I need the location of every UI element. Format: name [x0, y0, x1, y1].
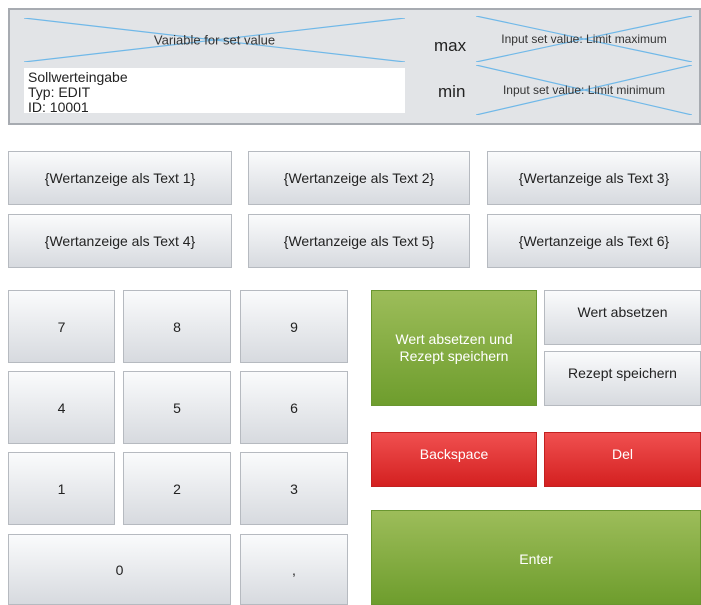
key-4-label: 4	[57, 399, 66, 416]
backspace-button[interactable]: Backspace	[371, 432, 537, 487]
edit-line-1: Sollwerteingabe	[28, 69, 128, 85]
key-7[interactable]: 7	[8, 290, 115, 363]
key-3-label: 3	[290, 480, 298, 497]
value-button-6[interactable]: {Wertanzeige als Text 6}	[487, 214, 701, 268]
value-button-3-label: {Wertanzeige als Text 3}	[518, 169, 670, 186]
variable-placeholder: Variable for set value	[24, 18, 405, 62]
value-button-1[interactable]: {Wertanzeige als Text 1}	[8, 151, 232, 205]
key-2-label: 2	[173, 480, 181, 497]
save-recipe-button[interactable]: Rezept speichern	[544, 351, 701, 406]
limit-min-label: Input set value: Limit minimum	[502, 83, 666, 97]
key-4[interactable]: 4	[8, 371, 115, 444]
key-comma-label: ,	[292, 561, 296, 578]
key-3[interactable]: 3	[240, 452, 348, 525]
delete-label: Del	[611, 446, 633, 462]
edit-line-2: Typ: EDIT	[28, 84, 91, 100]
value-button-4[interactable]: {Wertanzeige als Text 4}	[8, 214, 232, 268]
key-9-label: 9	[290, 318, 298, 335]
key-1[interactable]: 1	[8, 452, 115, 525]
save-recipe-label: Rezept speichern	[568, 365, 677, 381]
limit-min-placeholder: Input set value: Limit minimum	[476, 65, 692, 115]
key-8[interactable]: 8	[123, 290, 231, 363]
limit-max-placeholder: Input set value: Limit maximum	[476, 16, 692, 62]
value-button-5-label: {Wertanzeige als Text 5}	[283, 232, 435, 249]
delete-button[interactable]: Del	[544, 432, 701, 487]
submit-label: Wert absetzen	[577, 304, 668, 320]
key-2[interactable]: 2	[123, 452, 231, 525]
value-button-5[interactable]: {Wertanzeige als Text 5}	[248, 214, 470, 268]
key-1-label: 1	[57, 480, 66, 497]
key-5-label: 5	[173, 399, 181, 416]
key-6-label: 6	[290, 399, 298, 416]
set-value-panel: Variable for set value Sollwerteingabe T…	[8, 8, 701, 125]
min-label: min	[438, 82, 466, 101]
enter-label: Enter	[519, 551, 553, 567]
value-button-1-label: {Wertanzeige als Text 1}	[44, 169, 196, 186]
edit-line-3: ID: 10001	[28, 99, 89, 114]
key-8-label: 8	[173, 318, 181, 335]
enter-button[interactable]: Enter	[371, 510, 701, 605]
submit-button[interactable]: Wert absetzen	[544, 290, 701, 345]
value-button-3[interactable]: {Wertanzeige als Text 3}	[487, 151, 701, 205]
submit-and-save-label-line1: Wert absetzen und	[395, 331, 513, 347]
key-7-label: 7	[57, 318, 66, 335]
limit-max-label: Input set value: Limit maximum	[501, 32, 667, 46]
value-button-4-label: {Wertanzeige als Text 4}	[44, 232, 196, 249]
key-9[interactable]: 9	[240, 290, 348, 363]
value-button-2-label: {Wertanzeige als Text 2}	[283, 169, 435, 186]
max-label: max	[434, 36, 467, 55]
backspace-label: Backspace	[419, 446, 489, 462]
key-6[interactable]: 6	[240, 371, 348, 444]
setpoint-edit-field[interactable]: Sollwerteingabe Typ: EDIT ID: 10001	[24, 68, 405, 113]
submit-and-save-label-line2: Rezept speichern	[399, 348, 509, 364]
key-0[interactable]: 0	[8, 534, 231, 605]
variable-label: Variable for set value	[153, 32, 276, 48]
key-0-label: 0	[115, 561, 124, 578]
submit-and-save-button[interactable]: Wert absetzen und Rezept speichern	[371, 290, 537, 406]
key-comma[interactable]: ,	[240, 534, 348, 605]
value-button-6-label: {Wertanzeige als Text 6}	[518, 232, 670, 249]
key-5[interactable]: 5	[123, 371, 231, 444]
value-button-2[interactable]: {Wertanzeige als Text 2}	[248, 151, 470, 205]
